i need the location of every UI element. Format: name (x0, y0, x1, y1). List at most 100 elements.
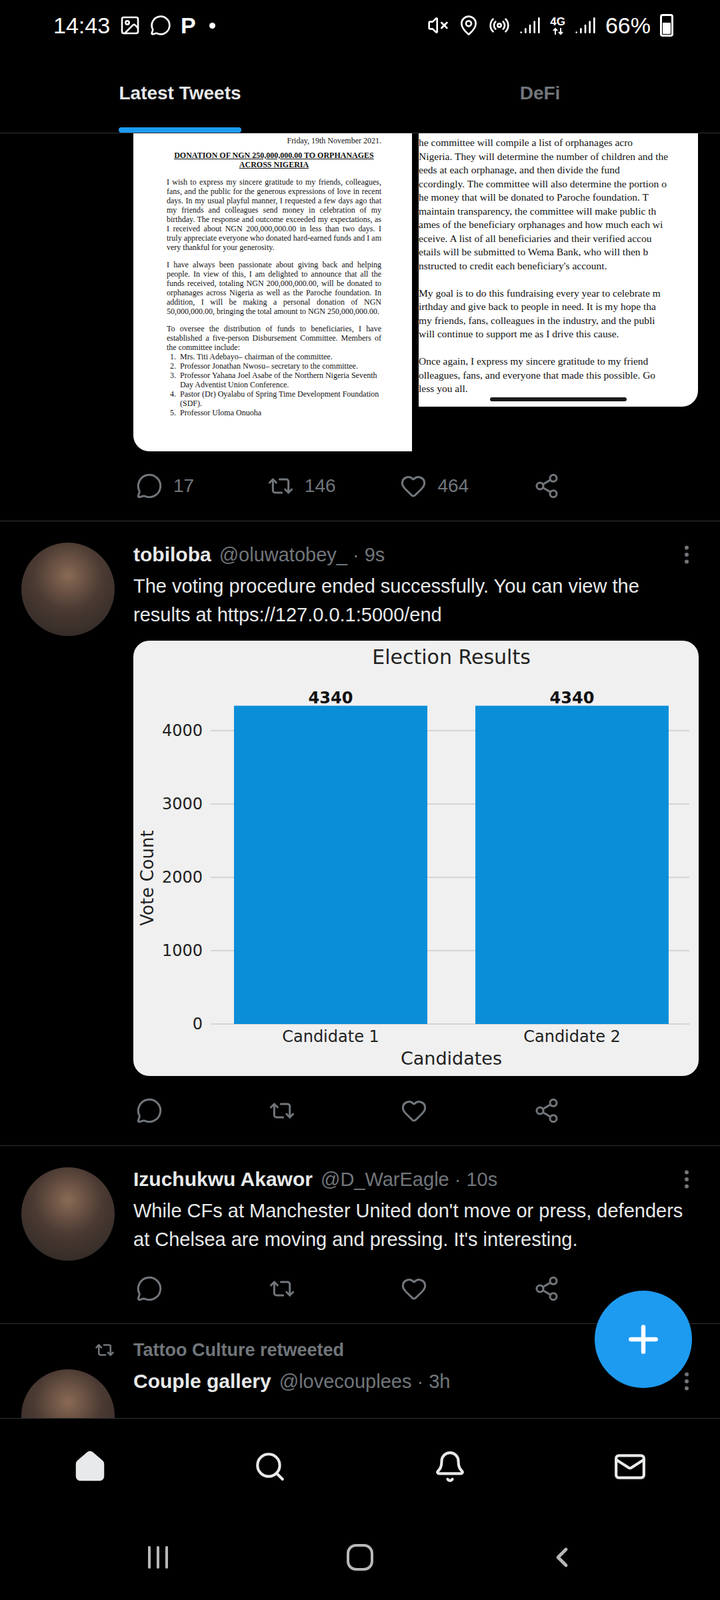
author-meta: @D_WarEagle · 10s (320, 1169, 498, 1190)
tweet-body: tobiloba@oluwatobey_ · 9sThe voting proc… (133, 542, 699, 1146)
whatsapp-icon (150, 14, 172, 36)
notification-dot (209, 22, 216, 29)
battery-icon (660, 14, 674, 37)
tweet[interactable]: Izuchukwu Akawor @D_WarEagle · 10s While C… (0, 1146, 720, 1324)
author-name[interactable]: Couple gallery (133, 1371, 272, 1392)
more-button[interactable] (674, 542, 699, 567)
like-count: 464 (437, 472, 469, 500)
avatar[interactable] (21, 1369, 115, 1418)
app-glyph: P (180, 12, 196, 39)
share-button[interactable] (533, 1275, 600, 1302)
more-button[interactable] (674, 1167, 699, 1192)
share-button[interactable] (533, 1097, 600, 1124)
share-button[interactable] (533, 472, 600, 500)
like-button[interactable]: 464 (400, 472, 469, 500)
reply-count: 17 (173, 472, 194, 500)
x-axis-label: Candidates (400, 1048, 502, 1069)
chart-bar: 4340Candidate 1 (234, 688, 428, 1046)
author-name[interactable]: tobiloba (133, 544, 212, 565)
tab-indicator (118, 127, 241, 133)
document-list-item: 4.Pastor (Dr) Oyalabu of Spring Time Dev… (166, 389, 382, 408)
document-image[interactable]: Friday, 19th November 2021. DONATION OF N… (133, 133, 412, 452)
author-name[interactable]: Izuchukwu Akawor (133, 1169, 313, 1190)
back-icon (546, 1541, 578, 1574)
document-paragraph: Once again, I express my sincere gratitu… (418, 354, 698, 396)
reply-icon (136, 1097, 163, 1124)
tweet[interactable]: Friday, 19th November 2021. DONATION OF N… (0, 133, 720, 522)
retweet-button[interactable] (268, 1275, 336, 1302)
data-arrows-icon (552, 27, 564, 36)
reply-button[interactable] (136, 1275, 203, 1302)
home-tab[interactable] (73, 1450, 107, 1484)
hotspot-icon (488, 14, 510, 36)
avatar[interactable] (21, 1167, 115, 1261)
share-icon (533, 1275, 560, 1302)
signal-icon (574, 14, 596, 36)
category-label: Candidate 2 (523, 1027, 621, 1046)
plus-icon (622, 1318, 665, 1361)
tab-indicator (520, 127, 561, 133)
chart-title: Election Results (372, 645, 531, 669)
tab-label: DeFi (520, 82, 561, 128)
svg-text:4000: 4000 (162, 721, 203, 740)
document-paragraph: To oversee the distribution of funds to … (166, 324, 382, 352)
like-icon (400, 472, 427, 500)
document-paragraph: he committee will compile a list of orph… (418, 136, 698, 273)
document-list-item: 2.Professor Jonathan Nwosu– secretary to… (166, 361, 382, 371)
retweet-icon (268, 1097, 296, 1124)
document-paragraph: My goal is to do this fundraising every … (418, 286, 698, 342)
like-button[interactable] (400, 1097, 468, 1124)
svg-text:3000: 3000 (162, 794, 203, 814)
document-image[interactable]: he committee will compile a list of orph… (418, 133, 698, 407)
retweet-count: 146 (304, 472, 336, 500)
tweet[interactable]: tobiloba@oluwatobey_ · 9sThe voting proc… (0, 521, 720, 1146)
home-indicator (490, 397, 627, 402)
like-button[interactable] (400, 1275, 468, 1302)
timeline: Friday, 19th November 2021. DONATION OF N… (0, 133, 720, 1418)
system-nav (0, 1514, 720, 1600)
avatar[interactable] (21, 542, 115, 636)
messages-icon (613, 1450, 647, 1484)
recents-button[interactable] (148, 1546, 168, 1569)
reply-icon (136, 472, 163, 500)
tab[interactable]: Latest Tweets (0, 50, 360, 133)
screen: 14:43 P 4G66% Latest Tweets DeFi Friday, 19th… (0, 0, 720, 1600)
more-icon (674, 1167, 699, 1192)
retweet-button[interactable]: 146 (267, 472, 336, 500)
location-icon (458, 14, 480, 36)
tweet-image[interactable]: Election Results010002000300040004340Can… (133, 640, 699, 1076)
document-title: DONATION OF NGN 250,000,000.00 TO ORPHAN… (166, 150, 382, 170)
battery-percent: 66% (605, 12, 651, 39)
notifications-tab[interactable] (433, 1450, 467, 1484)
document-date: Friday, 19th November 2021. (166, 136, 382, 146)
svg-text:0: 0 (192, 1014, 203, 1034)
tweet-text: While CFs at Manchester United don't mov… (133, 1196, 699, 1254)
retweet-icon (94, 1340, 115, 1360)
retweet-button[interactable] (268, 1097, 336, 1124)
status-right: 4G66% (427, 12, 674, 39)
recents-icon (148, 1546, 168, 1569)
reply-button[interactable] (136, 1097, 203, 1124)
reply-button[interactable]: 17 (136, 472, 203, 500)
election-chart: Election Results010002000300040004340Can… (133, 640, 699, 1076)
messages-tab[interactable] (613, 1450, 647, 1484)
tab[interactable]: DeFi (360, 50, 720, 133)
action-bar (133, 1076, 600, 1146)
signal-icon (519, 14, 541, 36)
bottom-nav (0, 1418, 720, 1515)
action-bar: 17 146 464 (133, 451, 600, 521)
back-button[interactable] (546, 1541, 578, 1574)
svg-text:2000: 2000 (162, 868, 203, 887)
retweeted-by[interactable]: Tattoo Culture retweeted (133, 1340, 344, 1360)
search-tab[interactable] (253, 1450, 287, 1484)
document-list-item: 1.Mrs. Titi Adebayo– chairman of the com… (166, 352, 382, 362)
notifications-icon (433, 1450, 467, 1484)
home-button[interactable] (346, 1544, 374, 1571)
compose-button[interactable] (594, 1290, 692, 1388)
gallery-icon (119, 14, 141, 36)
clock: 14:43 (53, 12, 110, 39)
retweet-icon (268, 1275, 296, 1302)
search-icon (253, 1450, 287, 1484)
like-icon (400, 1097, 428, 1124)
like-icon (400, 1275, 428, 1302)
